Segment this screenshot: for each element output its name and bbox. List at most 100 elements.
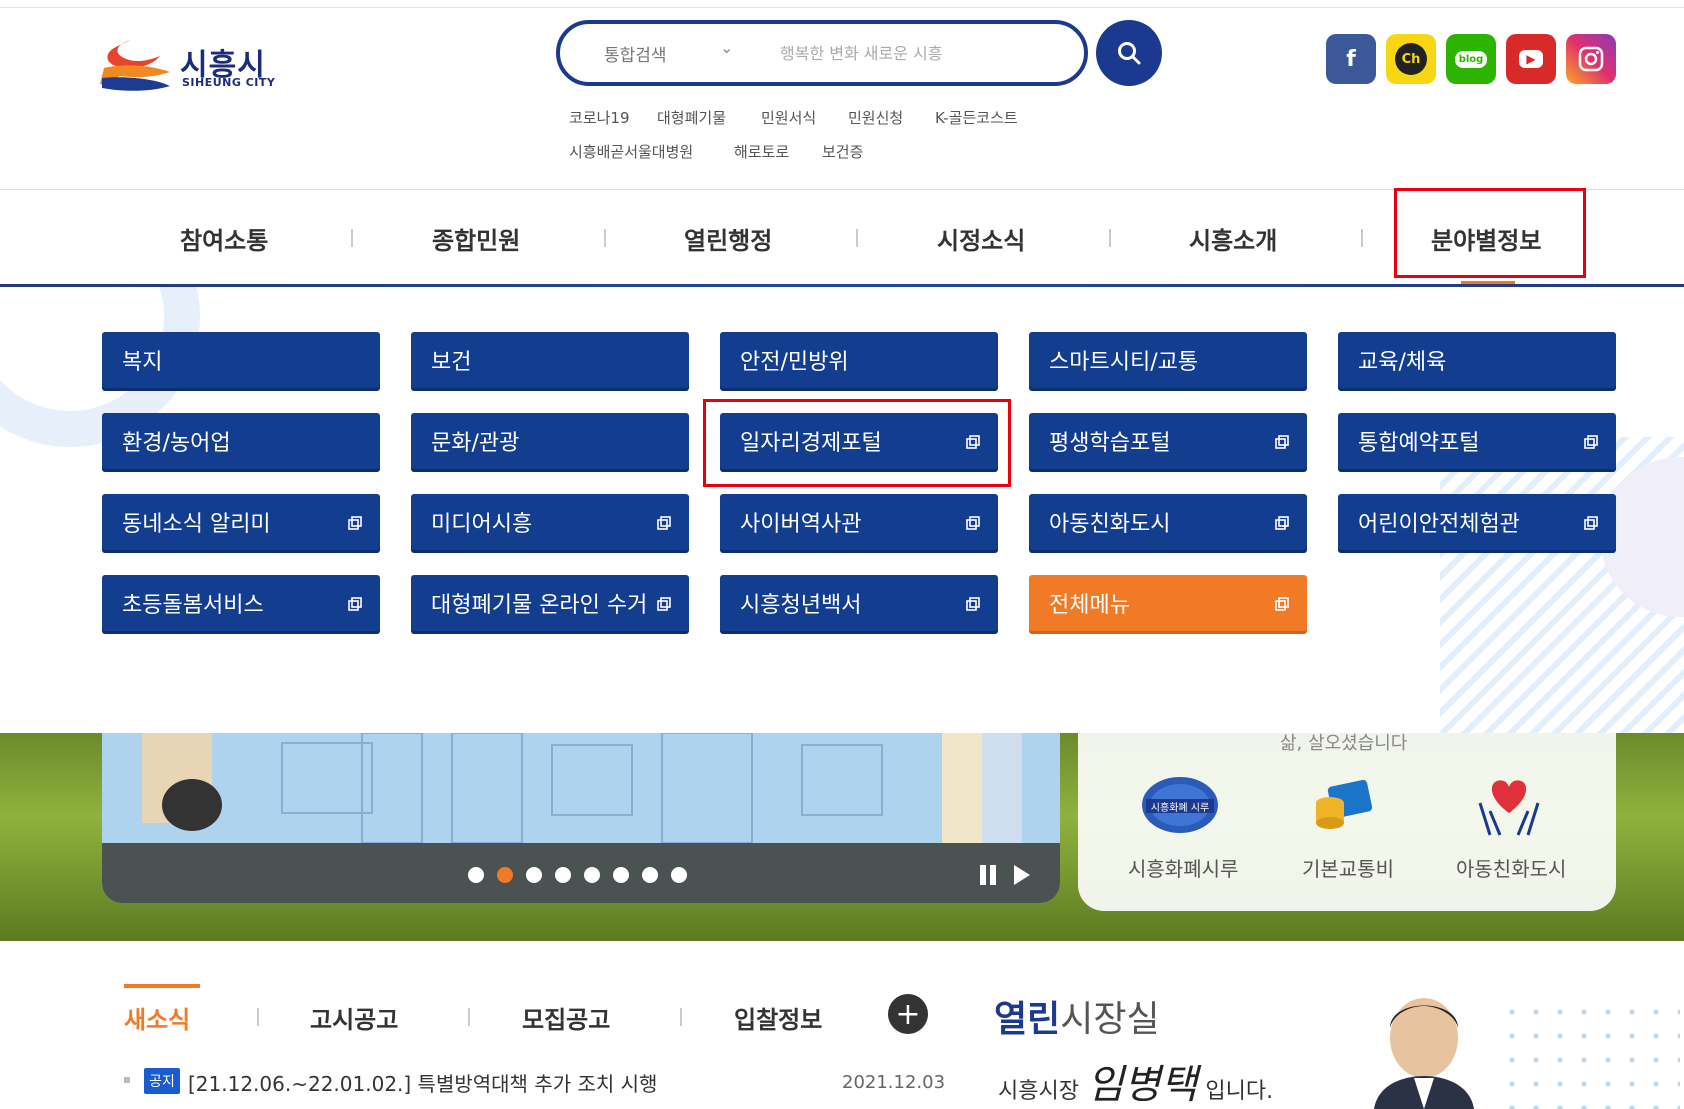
submenu-item[interactable]: 대형폐기물 온라인 수거 <box>411 575 689 631</box>
submenu-item[interactable]: 스마트시티/교통 <box>1029 332 1307 388</box>
facebook-icon[interactable]: f <box>1326 34 1376 84</box>
slider-dot[interactable] <box>468 867 484 883</box>
top-border <box>0 0 1684 8</box>
heart-hands-icon <box>1474 773 1544 839</box>
main-banner-slider[interactable] <box>102 733 1060 903</box>
submenu-item-label: 초등돌봄서비스 <box>122 593 264 618</box>
more-plus-icon[interactable]: + <box>888 994 928 1034</box>
instagram-icon[interactable] <box>1566 34 1616 84</box>
submenu-item[interactable]: 복지 <box>102 332 380 388</box>
keyword-link[interactable]: 보건증 <box>822 141 863 162</box>
external-link-icon <box>657 516 671 530</box>
submenu-item-label: 사이버역사관 <box>740 512 862 537</box>
keyword-link[interactable]: 민원신청 <box>848 107 903 128</box>
quick-links-panel: 삶, 살오셨습니다 시흥화폐 시루 시흥화폐시루 기본교통비 아동친화도시 <box>1078 733 1616 911</box>
youtube-icon[interactable]: ▶ <box>1506 34 1556 84</box>
bullet <box>124 1077 130 1083</box>
submenu-item-label: 교육/체육 <box>1358 350 1447 375</box>
submenu-item-label: 통합예약포털 <box>1358 431 1480 456</box>
divider <box>257 1008 259 1026</box>
submenu-item[interactable]: 문화/관광 <box>411 413 689 469</box>
keyword-link[interactable]: 시흥배곧서울대병원 <box>569 141 693 162</box>
blog-icon[interactable]: blog <box>1446 34 1496 84</box>
main-visual: 삶, 살오셨습니다 시흥화폐 시루 시흥화폐시루 기본교통비 아동친화도시 <box>0 733 1684 941</box>
submenu-item-label: 아동친화도시 <box>1049 512 1171 537</box>
submenu-item[interactable]: 사이버역사관 <box>720 494 998 550</box>
external-link-icon <box>1584 516 1598 530</box>
divider <box>680 1008 682 1026</box>
slider-dot[interactable] <box>642 867 658 883</box>
external-link-icon <box>966 597 980 611</box>
submenu-item[interactable]: 통합예약포털 <box>1338 413 1616 469</box>
banner-illustration <box>102 733 1060 843</box>
quick-link-transport[interactable]: 기본교통비 <box>1302 853 1394 882</box>
submenu-item[interactable]: 전체메뉴 <box>1029 575 1307 631</box>
submenu-item[interactable]: 환경/농어업 <box>102 413 380 469</box>
external-link-icon <box>348 597 362 611</box>
slider-dot[interactable] <box>671 867 687 883</box>
submenu-item-label: 안전/민방위 <box>740 350 849 375</box>
logo-mark-icon <box>100 40 170 91</box>
search-button[interactable] <box>1096 20 1162 86</box>
slider-dot[interactable] <box>526 867 542 883</box>
submenu-item[interactable]: 미디어시흥 <box>411 494 689 550</box>
divider <box>1109 229 1111 247</box>
submenu-item-label: 동네소식 알리미 <box>122 512 271 537</box>
tab-news[interactable]: 새소식 <box>124 1000 190 1035</box>
tab-announcements[interactable]: 고시공고 <box>310 1000 398 1035</box>
notice-badge: 공지 <box>144 1068 180 1094</box>
divider <box>1361 229 1363 247</box>
submenu-item[interactable]: 평생학습포털 <box>1029 413 1307 469</box>
quick-link-sirue[interactable]: 시흥화폐시루 <box>1128 853 1238 882</box>
search-input[interactable] <box>780 38 1070 68</box>
search-category-select[interactable]: 통합검색 <box>604 41 667 66</box>
keyword-link[interactable]: 대형폐기물 <box>657 107 726 128</box>
submenu-item[interactable]: 교육/체육 <box>1338 332 1616 388</box>
submenu-item[interactable]: 동네소식 알리미 <box>102 494 380 550</box>
sirue-icon: 시흥화폐 시루 <box>1140 775 1220 835</box>
quick-link-child-friendly[interactable]: 아동친화도시 <box>1456 853 1566 882</box>
external-link-icon <box>1275 516 1289 530</box>
mayor-photo <box>1364 988 1484 1109</box>
pause-icon[interactable] <box>980 865 986 885</box>
site-header: 시흥시 SIHEUNG CITY 통합검색 ⌄ 코로나19 대형폐기물 민원서식… <box>0 8 1684 190</box>
pause-icon-bar <box>990 865 996 885</box>
tab-recruitment[interactable]: 모집공고 <box>522 1000 610 1035</box>
submenu-item[interactable]: 아동친화도시 <box>1029 494 1307 550</box>
external-link-icon <box>657 597 671 611</box>
kakao-channel-icon[interactable]: Ch <box>1386 34 1436 84</box>
slider-dot[interactable] <box>584 867 600 883</box>
gnb-item-about-siheung[interactable]: 시흥소개 <box>1189 221 1277 256</box>
submenu-item[interactable]: 보건 <box>411 332 689 388</box>
slider-dot[interactable] <box>613 867 629 883</box>
notice-title-link[interactable]: [21.12.06.~22.01.02.] 특별방역대책 추가 조치 시행 <box>188 1068 657 1097</box>
submenu-item-label: 평생학습포털 <box>1049 431 1171 456</box>
keyword-link[interactable]: 민원서식 <box>761 107 816 128</box>
news-tab-indicator <box>124 984 200 988</box>
logo-text-en: SIHEUNG CITY <box>182 76 276 89</box>
slider-dot[interactable] <box>497 867 513 883</box>
play-icon[interactable] <box>1014 865 1030 885</box>
gnb-item-civil-service[interactable]: 종합민원 <box>432 221 520 256</box>
gnb-item-city-news[interactable]: 시정소식 <box>937 221 1025 256</box>
siheung-logo[interactable]: 시흥시 SIHEUNG CITY <box>100 34 290 94</box>
submenu-item[interactable]: 시흥청년백서 <box>720 575 998 631</box>
mayor-signature: 임병택 <box>1086 1062 1198 1108</box>
keyword-link[interactable]: 코로나19 <box>569 107 630 128</box>
submenu-item[interactable]: 초등돌봄서비스 <box>102 575 380 631</box>
submenu-item[interactable]: 안전/민방위 <box>720 332 998 388</box>
mayor-office-title[interactable]: 열린시장실 <box>994 990 1160 1042</box>
submenu-item-label: 환경/농어업 <box>122 431 231 456</box>
chevron-down-icon[interactable]: ⌄ <box>720 38 733 57</box>
keyword-link[interactable]: 해로토로 <box>734 141 789 162</box>
tab-bidding[interactable]: 입찰정보 <box>734 1000 822 1035</box>
submenu-item[interactable]: 어린이안전체험관 <box>1338 494 1616 550</box>
submenu-item-label: 대형폐기물 온라인 수거 <box>431 593 648 618</box>
main-navigation: 참여소통 종합민원 열린행정 시정소식 시흥소개 분야별정보 <box>0 188 1684 285</box>
gnb-item-open-admin[interactable]: 열린행정 <box>684 221 772 256</box>
keyword-link[interactable]: K-골든코스트 <box>935 107 1018 128</box>
search-box: 통합검색 ⌄ <box>556 20 1088 86</box>
external-link-icon <box>1275 597 1289 611</box>
gnb-item-participation[interactable]: 참여소통 <box>180 221 268 256</box>
slider-dot[interactable] <box>555 867 571 883</box>
